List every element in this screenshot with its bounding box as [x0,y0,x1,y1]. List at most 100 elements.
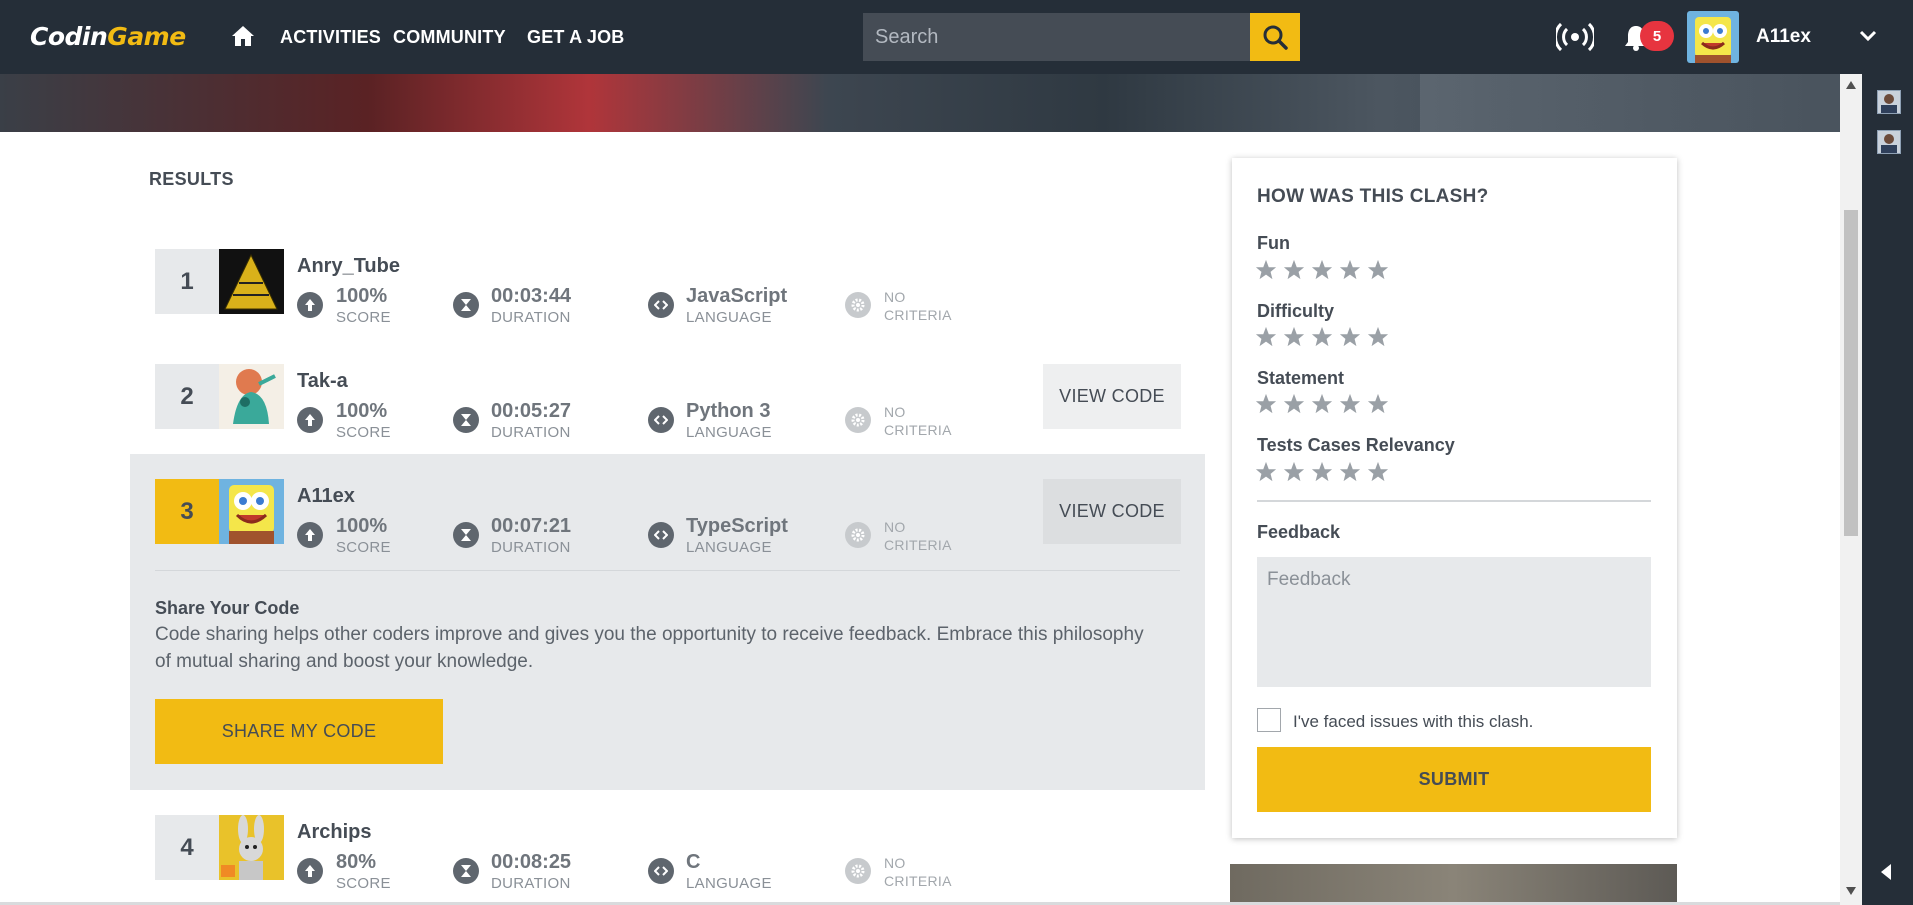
code-icon [648,292,674,318]
hourglass-icon [453,407,479,433]
star-icon[interactable] [1311,393,1333,415]
star-rating-difficulty[interactable] [1255,326,1389,348]
rank-number: 1 [155,249,219,314]
rail-user-avatar[interactable] [1877,130,1901,154]
duration-label: DURATION [491,309,571,326]
star-icon[interactable] [1283,393,1305,415]
player-name[interactable]: Archips [297,821,371,844]
star-rating-statement[interactable] [1255,393,1389,415]
hourglass-icon [453,858,479,884]
search-icon [1263,25,1288,50]
score-value: 100% [336,400,388,422]
star-icon[interactable] [1339,259,1361,281]
chevron-down-icon[interactable] [1858,28,1878,44]
home-icon[interactable] [231,24,255,48]
codingame-logo[interactable]: CodinGame [30,22,186,51]
top-navigation-bar: CodinGame ACTIVITIES COMMUNITY GET A JOB… [0,0,1913,74]
user-avatar[interactable] [1687,11,1739,63]
star-icon[interactable] [1367,393,1389,415]
star-rating-test-cases-relevancy[interactable] [1255,461,1389,483]
view-code-button[interactable]: VIEW CODE [1043,479,1181,544]
score-label: SCORE [336,875,391,892]
player-avatar[interactable] [219,479,284,544]
star-icon[interactable] [1367,259,1389,281]
score-label: SCORE [336,539,391,556]
criteria-label: CRITERIA [884,537,952,553]
code-icon [648,407,674,433]
star-icon[interactable] [1339,393,1361,415]
score-arrow-up-icon [297,407,323,433]
username[interactable]: A11ex [1756,26,1811,48]
star-icon[interactable] [1283,259,1305,281]
criteria-no: NO [884,289,906,305]
star-rating-fun[interactable] [1255,259,1389,281]
player-avatar[interactable] [219,249,284,314]
player-name[interactable]: Tak-a [297,370,348,393]
criteria-gear-icon [845,407,871,433]
star-icon[interactable] [1255,259,1277,281]
duration-label: DURATION [491,875,571,892]
star-icon[interactable] [1367,461,1389,483]
result-row-current-user: 3 A11ex 100% SCORE 00:07:21 DURATION Typ… [155,479,1181,556]
issues-checkbox-label[interactable]: I've faced issues with this clash. [1293,712,1533,732]
star-icon[interactable] [1283,461,1305,483]
star-icon[interactable] [1255,326,1277,348]
promo-banner-image[interactable] [1230,864,1677,905]
star-icon[interactable] [1255,393,1277,415]
star-icon[interactable] [1339,461,1361,483]
feedback-textarea[interactable] [1257,557,1651,687]
score-label: SCORE [336,424,391,441]
star-icon[interactable] [1311,259,1333,281]
code-icon [648,858,674,884]
share-my-code-button[interactable]: SHARE MY CODE [155,699,443,764]
player-avatar[interactable] [219,815,284,880]
result-row: 2 Tak-a 100% SCORE 00:05:27 DURATION Pyt… [155,364,1181,441]
divider [1257,500,1651,502]
star-icon[interactable] [1311,326,1333,348]
criteria-label: CRITERIA [884,873,952,889]
scroll-down-arrow-icon[interactable] [1845,886,1857,896]
nav-activities[interactable]: ACTIVITIES [280,27,381,48]
search-input[interactable] [863,13,1250,61]
rank-number: 4 [155,815,219,880]
language-value: Python 3 [686,400,771,422]
duration-value: 00:08:25 [491,851,572,873]
feedback-card-title: HOW WAS THIS CLASH? [1257,186,1489,207]
star-icon[interactable] [1339,326,1361,348]
results-heading: RESULTS [149,169,234,189]
scrollbar-thumb[interactable] [1844,210,1858,536]
score-value: 100% [336,515,388,537]
language-value: JavaScript [686,285,788,307]
player-name[interactable]: Anry_Tube [297,255,400,278]
scroll-up-arrow-icon[interactable] [1845,80,1857,90]
nav-community[interactable]: COMMUNITY [393,27,506,48]
score-arrow-up-icon [297,858,323,884]
star-icon[interactable] [1367,326,1389,348]
score-arrow-up-icon [297,522,323,548]
rating-label-statement: Statement [1257,368,1345,388]
submit-button[interactable]: SUBMIT [1257,747,1651,812]
language-label: LANGUAGE [686,539,772,556]
rank-number: 2 [155,364,219,429]
rating-label-difficulty: Difficulty [1257,301,1335,321]
broadcast-icon[interactable] [1556,22,1594,52]
search-button[interactable] [1250,13,1300,61]
collapse-left-icon[interactable] [1878,862,1894,882]
view-code-button[interactable]: VIEW CODE [1043,364,1181,429]
language-value: C [686,851,701,873]
nav-get-a-job[interactable]: GET A JOB [527,27,624,48]
star-icon[interactable] [1283,326,1305,348]
language-label: LANGUAGE [686,424,772,441]
rank-number: 3 [155,479,219,544]
chat-side-rail [1862,74,1913,905]
player-avatar[interactable] [219,364,284,429]
star-icon[interactable] [1311,461,1333,483]
hourglass-icon [453,292,479,318]
star-icon[interactable] [1255,461,1277,483]
share-code-title: Share Your Code [155,598,300,618]
notification-badge[interactable]: 5 [1640,21,1674,51]
issues-checkbox[interactable] [1257,708,1281,732]
rail-user-avatar[interactable] [1877,90,1901,114]
player-name[interactable]: A11ex [297,485,355,508]
clash-banner-image [0,74,1840,132]
